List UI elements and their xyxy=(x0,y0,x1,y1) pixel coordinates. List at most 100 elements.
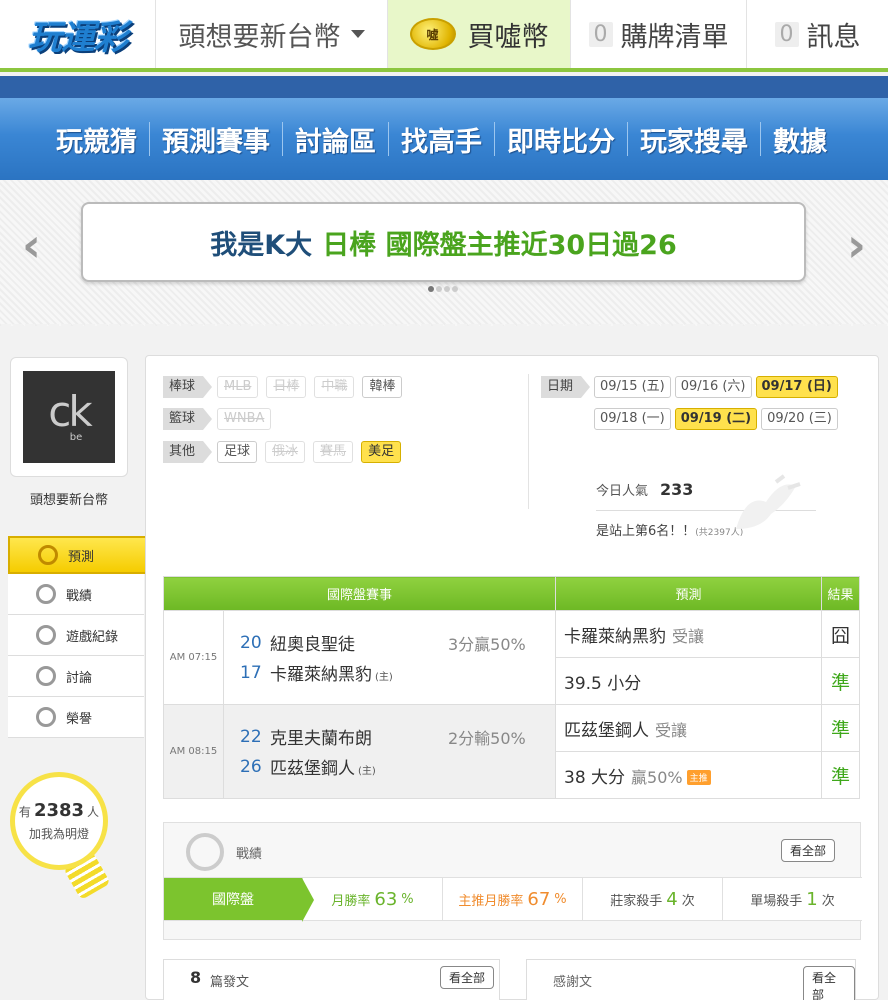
avatar[interactable]: ck be xyxy=(23,371,115,463)
user-menu[interactable]: 頭想要新台幣 xyxy=(156,0,388,68)
chevron-right-icon[interactable]: › xyxy=(847,218,866,272)
stat-value: 1 xyxy=(806,888,818,910)
carousel-dot[interactable] xyxy=(436,286,442,292)
rank-text: 是站上第6名！！ xyxy=(596,524,696,539)
filter-tag-cpbl: 中職 xyxy=(314,376,355,398)
main-pick-badge: 主推 xyxy=(686,770,711,785)
nav-item-find-experts[interactable]: 找高手 xyxy=(389,120,494,159)
nav-item-play-guess[interactable]: 玩競猜 xyxy=(44,120,149,159)
game-matchup[interactable]: 22 克里夫蘭布朗 2分輸50% 26 匹茲堡鋼人 (主) xyxy=(223,704,556,799)
carousel-dot[interactable] xyxy=(452,286,458,292)
date-option-selected[interactable]: 09/17 (日) xyxy=(755,376,838,398)
prediction-pick: 39.5 小分 xyxy=(555,657,822,705)
cart-button[interactable]: 0 購牌清單 xyxy=(570,0,746,68)
avatar-frame: ck be xyxy=(10,357,128,477)
filter-basketball: 籃球 WNBA xyxy=(163,408,272,430)
profile-menu: 預測 戰績 遊戲紀錄 討論 榮譽 xyxy=(8,536,164,738)
banner-slide[interactable]: 我是K大 日棒 國際盤主推近30日過26 xyxy=(81,202,806,282)
carousel-dot[interactable] xyxy=(444,286,450,292)
nav-item-data[interactable]: 數據 xyxy=(761,120,839,159)
nav-item-forum[interactable]: 討論區 xyxy=(283,120,388,159)
carousel-dot[interactable] xyxy=(428,286,434,292)
posts-count: 8 xyxy=(190,968,202,987)
pick-result: 囧 xyxy=(821,610,860,658)
record-stats: 國際盤 月勝率 63% 主推月勝率 67% 莊家殺手 4 次 單場殺手 1 次 xyxy=(164,877,862,922)
chevron-left-icon[interactable]: ‹ xyxy=(22,218,41,272)
top-bar: 玩運彩 頭想要新台幣 噓 買噓幣 0 購牌清單 0 訊息 xyxy=(0,0,888,72)
posts-view-all-button[interactable]: 看全部 xyxy=(440,966,495,989)
date-list: 09/15 (五) 09/16 (六) 09/17 (日) 09/18 (一) … xyxy=(594,376,854,430)
away-score: 20 xyxy=(240,632,262,653)
table-header-row: 國際盤賽事 預測 結果 xyxy=(163,576,860,611)
spread-result: 2分輸50% xyxy=(448,728,526,748)
pick-total: 38 大分 xyxy=(564,767,626,788)
table-row: AM 07:15 20 紐奧良聖徒 3分贏50% 17 卡羅萊納黑豹 (主) 卡羅… xyxy=(163,610,860,705)
banner-author: 我是K大 xyxy=(210,229,313,261)
profile-menu-label: 戰績 xyxy=(66,588,93,604)
date-option[interactable]: 09/18 (一) xyxy=(594,408,671,430)
prediction-panel: 棒球 MLB 日棒 中職 韓棒 籃球 WNBA 其他 足球 俄冰 賽馬 美足 日… xyxy=(145,355,879,1000)
date-option[interactable]: 09/20 (三) xyxy=(761,408,838,430)
nav-item-live-score[interactable]: 即時比分 xyxy=(495,120,627,159)
prediction-table: 國際盤賽事 預測 結果 AM 07:15 20 紐奧良聖徒 3分贏50% 17 … xyxy=(163,576,860,799)
nav-item-predict[interactable]: 預測賽事 xyxy=(150,120,282,159)
pick-type: 受讓 xyxy=(655,720,688,740)
date-option[interactable]: 09/15 (五) xyxy=(594,376,671,398)
pencil-icon xyxy=(36,666,56,686)
stat-single-kill: 單場殺手 1 次 xyxy=(722,878,862,920)
profile-menu-record[interactable]: 戰績 xyxy=(8,574,144,615)
filter-baseball: 棒球 MLB 日棒 中職 韓棒 xyxy=(163,376,403,398)
date-option-selected[interactable]: 09/19 (二) xyxy=(674,408,758,430)
game-time: AM 08:15 xyxy=(163,704,224,799)
posts-box: 8 篇發文 看全部 xyxy=(163,959,500,1000)
date-option[interactable]: 09/16 (六) xyxy=(674,376,752,398)
record-title: 戰績 xyxy=(236,847,263,862)
fans-prefix: 有 xyxy=(18,805,31,819)
away-team: 克里夫蘭布朗 xyxy=(270,729,372,749)
divider xyxy=(528,374,529,509)
stat-unit: 次 xyxy=(681,893,695,909)
profile-menu-game-log[interactable]: 遊戲紀錄 xyxy=(8,615,144,656)
record-view-all-button[interactable]: 看全部 xyxy=(781,839,836,862)
profile-menu-label: 遊戲紀錄 xyxy=(66,629,119,645)
profile-menu-discuss[interactable]: 討論 xyxy=(8,656,144,697)
filter-other: 其他 足球 俄冰 賽馬 美足 xyxy=(163,441,402,463)
buy-coins-label: 買噓幣 xyxy=(467,21,549,53)
nav-item-player-search[interactable]: 玩家搜尋 xyxy=(628,120,760,159)
filter-tag-nfl[interactable]: 美足 xyxy=(361,441,402,463)
home-team: 匹茲堡鋼人 xyxy=(270,759,355,779)
follow-cta: 加我為明燈 xyxy=(28,827,89,841)
filter-category-label: 其他 xyxy=(163,441,213,463)
filter-tag-kbo[interactable]: 韓棒 xyxy=(362,376,403,398)
thanks-view-all-button[interactable]: 看全部 xyxy=(803,966,855,1000)
coin-icon: 噓 xyxy=(409,18,456,50)
avatar-logo-sub: be xyxy=(69,431,83,443)
messages-button[interactable]: 0 訊息 xyxy=(746,0,888,68)
logo-text: 玩運彩 xyxy=(28,17,128,58)
filter-category-label: 棒球 xyxy=(163,376,213,398)
buy-coins-button[interactable]: 噓 買噓幣 xyxy=(388,0,570,68)
thanks-label: 感謝文 xyxy=(553,975,593,990)
banner-carousel: ‹ 我是K大 日棒 國際盤主推近30日過26 › xyxy=(0,180,888,332)
prediction-pick: 卡羅萊納黑豹 受讓 xyxy=(555,610,822,658)
filter-tag-soccer[interactable]: 足球 xyxy=(217,441,258,463)
pick-outcome: 贏50% xyxy=(631,767,683,787)
stat-unit: % xyxy=(554,891,567,907)
prediction-pick: 匹茲堡鋼人 受讓 xyxy=(555,704,822,752)
stat-unit: 次 xyxy=(821,893,835,909)
fans-count: 2383 xyxy=(33,800,85,821)
main-nav: 玩競猜 預測賽事 討論區 找高手 即時比分 玩家搜尋 數據 xyxy=(0,76,888,180)
profile-menu-predict[interactable]: 預測 xyxy=(8,536,164,574)
filter-tag-mlb: MLB xyxy=(217,376,259,398)
popularity-label: 今日人氣 xyxy=(596,484,649,499)
profile-menu-honor[interactable]: 榮譽 xyxy=(8,697,144,738)
site-logo[interactable]: 玩運彩 xyxy=(0,0,156,68)
table-row: AM 08:15 22 克里夫蘭布朗 2分輸50% 26 匹茲堡鋼人 (主) 匹茲… xyxy=(163,704,860,799)
follow-lightbulb[interactable]: 有 2383 人 加我為明燈 xyxy=(10,772,108,870)
cart-count-badge: 0 xyxy=(588,21,613,47)
home-score: 26 xyxy=(240,756,262,777)
game-matchup[interactable]: 20 紐奧良聖徒 3分贏50% 17 卡羅萊納黑豹 (主) xyxy=(223,610,556,705)
user-menu-label: 頭想要新台幣 xyxy=(178,21,341,53)
spread-result: 3分贏50% xyxy=(448,634,526,654)
record-tab-intl[interactable]: 國際盤 xyxy=(164,878,314,922)
